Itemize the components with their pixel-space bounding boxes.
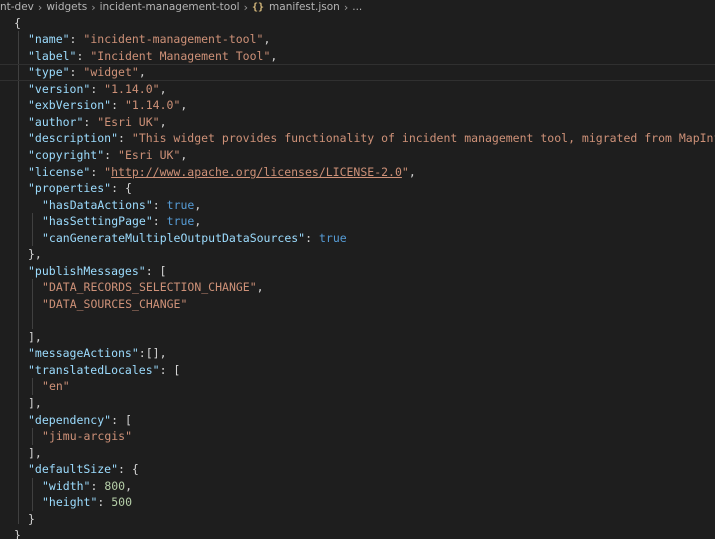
chevron-right-icon: › [37,0,43,14]
value-dependency: jimu-arcgis [48,429,126,443]
breadcrumb-item-symbols[interactable]: ... [352,1,362,13]
chevron-right-icon: › [343,0,349,14]
value-width: 800 [104,479,126,493]
code-editor[interactable]: { "name": "incident-management-tool", "l… [0,14,715,539]
code-line: "author": "Esri UK", [28,115,167,129]
code-line: "translatedLocales": [ [28,363,181,377]
code-line: "hasDataActions": true, [42,198,202,212]
breadcrumb-item-file[interactable]: manifest.json [269,1,340,13]
code-line: "license": "http://www.apache.org/licens… [28,165,416,179]
value-hassettingpage: true [166,214,195,228]
code-line: "properties": { [28,181,132,195]
code-line: "DATA_RECORDS_SELECTION_CHANGE", [42,280,264,294]
code-line: "copyright": "Esri UK", [28,148,188,162]
code-line: "height": 500 [42,495,133,509]
chevron-right-icon: › [243,0,248,14]
code-line: "jimu-arcgis" [42,429,133,443]
breadcrumb-item-folder[interactable]: incident-management-tool [100,1,240,13]
license-link[interactable]: http://www.apache.org/licenses/LICENSE-2… [111,165,402,179]
code-line: "dependency": [ [28,413,132,427]
breadcrumb-item-widgets[interactable]: widgets [46,1,87,13]
json-file-icon: {} [251,1,265,13]
code-line: "defaultSize": { [28,462,139,476]
code-line: "messageActions":[], [28,346,167,360]
value-publish-message: DATA_SOURCES_CHANGE [48,297,181,311]
chevron-right-icon: › [91,0,96,14]
code-line: "en" [42,379,70,393]
value-copyright: Esri UK [124,148,174,162]
breadcrumb: nt-dev › widgets › incident-management-t… [0,0,715,14]
value-cangenerate: true [318,231,347,245]
code-line: ], [28,330,42,344]
value-exbversion: 1.14.0 [131,98,174,112]
code-line: "width": 800, [42,479,133,493]
value-messageactions: [] [145,346,160,360]
code-line: "canGenerateMultipleOutputDataSources": … [42,231,347,245]
code-line: "exbVersion": "1.14.0", [28,98,188,112]
value-description: This widget provides functionality of in… [138,131,715,145]
code-line: "name": "incident-management-tool", [28,32,271,46]
code-line: "DATA_SOURCES_CHANGE" [42,297,188,311]
code-line: ], [28,396,42,410]
code-line: }, [28,247,42,261]
code-line-current: "type": "widget", [0,64,715,81]
code-line: ], [28,446,42,460]
breadcrumb-item-project[interactable]: nt-dev [0,1,34,13]
code-line: } [28,512,35,526]
value-locale: en [48,379,63,393]
value-version: 1.14.0 [111,82,153,96]
value-name: incident-management-tool [90,32,257,46]
value-author: Esri UK [104,115,153,129]
value-hasdataactions: true [166,198,195,212]
code-line: "hasSettingPage": true, [42,214,202,228]
value-label: Incident Management Tool [97,49,264,63]
code-line: "publishMessages": [ [28,264,167,278]
value-publish-message: DATA_RECORDS_SELECTION_CHANGE [48,280,250,294]
code-line: "label": "Incident Management Tool", [28,49,278,63]
value-type: widget [90,65,132,79]
code-line: } [14,528,21,539]
code-line: "version": "1.14.0", [28,82,167,96]
code-line: "description": "This widget provides fun… [0,130,715,147]
code-line: { [14,16,21,30]
value-height: 500 [111,495,133,509]
